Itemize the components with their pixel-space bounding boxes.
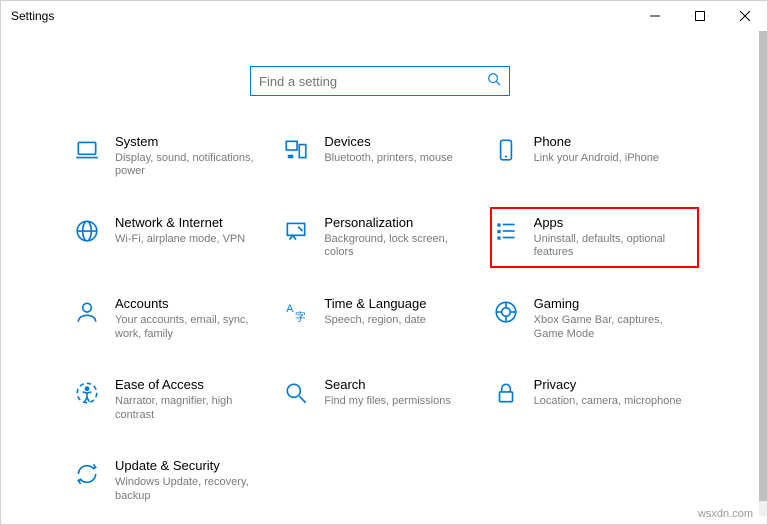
tile-accounts[interactable]: Accounts Your accounts, email, sync, wor…	[71, 288, 280, 349]
tile-title: Accounts	[115, 296, 264, 312]
settings-grid: System Display, sound, notifications, po…	[1, 126, 759, 521]
person-icon	[73, 298, 101, 326]
tile-personalization[interactable]: Personalization Background, lock screen,…	[280, 207, 489, 268]
tile-desc: Find my files, permissions	[324, 395, 473, 409]
tile-title: Network & Internet	[115, 215, 264, 231]
svg-text:字: 字	[295, 310, 306, 324]
tile-apps[interactable]: Apps Uninstall, defaults, optional featu…	[490, 207, 699, 268]
tile-title: Phone	[534, 134, 683, 150]
paint-icon	[282, 217, 310, 245]
search-icon	[487, 72, 501, 91]
tile-privacy[interactable]: Privacy Location, camera, microphone	[490, 369, 699, 430]
tile-desc: Xbox Game Bar, captures, Game Mode	[534, 314, 683, 342]
vertical-scrollbar[interactable]	[759, 31, 767, 516]
tile-title: Privacy	[534, 377, 683, 393]
search-box[interactable]	[250, 66, 510, 96]
tile-update-security[interactable]: Update & Security Windows Update, recove…	[71, 450, 280, 511]
tile-desc: Speech, region, date	[324, 314, 473, 328]
tile-title: Time & Language	[324, 296, 473, 312]
titlebar: Settings	[1, 1, 767, 31]
devices-icon	[282, 136, 310, 164]
tile-desc: Your accounts, email, sync, work, family	[115, 314, 264, 342]
tile-system[interactable]: System Display, sound, notifications, po…	[71, 126, 280, 187]
sync-icon	[73, 460, 101, 488]
tile-ease-of-access[interactable]: Ease of Access Narrator, magnifier, high…	[71, 369, 280, 430]
tile-title: Apps	[534, 215, 683, 231]
maximize-button[interactable]	[677, 1, 722, 31]
globe-icon	[73, 217, 101, 245]
tile-title: Ease of Access	[115, 377, 264, 393]
scrollbar-thumb[interactable]	[759, 31, 767, 501]
tile-title: Devices	[324, 134, 473, 150]
content-area: System Display, sound, notifications, po…	[1, 31, 759, 524]
lock-icon	[492, 379, 520, 407]
tile-devices[interactable]: Devices Bluetooth, printers, mouse	[280, 126, 489, 187]
tile-desc: Wi-Fi, airplane mode, VPN	[115, 233, 264, 247]
phone-icon	[492, 136, 520, 164]
tile-desc: Narrator, magnifier, high contrast	[115, 395, 264, 423]
apps-icon	[492, 217, 520, 245]
tile-network[interactable]: Network & Internet Wi-Fi, airplane mode,…	[71, 207, 280, 268]
tile-desc: Bluetooth, printers, mouse	[324, 152, 473, 166]
gaming-icon	[492, 298, 520, 326]
tile-gaming[interactable]: Gaming Xbox Game Bar, captures, Game Mod…	[490, 288, 699, 349]
close-button[interactable]	[722, 1, 767, 31]
tile-desc: Link your Android, iPhone	[534, 152, 683, 166]
tile-desc: Uninstall, defaults, optional features	[534, 233, 683, 261]
search-input[interactable]	[259, 74, 487, 89]
tile-time-language[interactable]: A字 Time & Language Speech, region, date	[280, 288, 489, 349]
tile-desc: Windows Update, recovery, backup	[115, 476, 264, 504]
tile-desc: Background, lock screen, colors	[324, 233, 473, 261]
laptop-icon	[73, 136, 101, 164]
tile-title: System	[115, 134, 264, 150]
watermark: wsxdn.com	[698, 508, 753, 520]
language-icon: A字	[282, 298, 310, 326]
window-title: Settings	[11, 9, 54, 23]
tile-desc: Display, sound, notifications, power	[115, 152, 264, 180]
tile-title: Personalization	[324, 215, 473, 231]
tile-title: Gaming	[534, 296, 683, 312]
svg-text:A: A	[287, 303, 295, 315]
tile-desc: Location, camera, microphone	[534, 395, 683, 409]
tile-title: Update & Security	[115, 458, 264, 474]
minimize-button[interactable]	[632, 1, 677, 31]
accessibility-icon	[73, 379, 101, 407]
tile-phone[interactable]: Phone Link your Android, iPhone	[490, 126, 699, 187]
magnifier-icon	[282, 379, 310, 407]
tile-title: Search	[324, 377, 473, 393]
tile-search[interactable]: Search Find my files, permissions	[280, 369, 489, 430]
